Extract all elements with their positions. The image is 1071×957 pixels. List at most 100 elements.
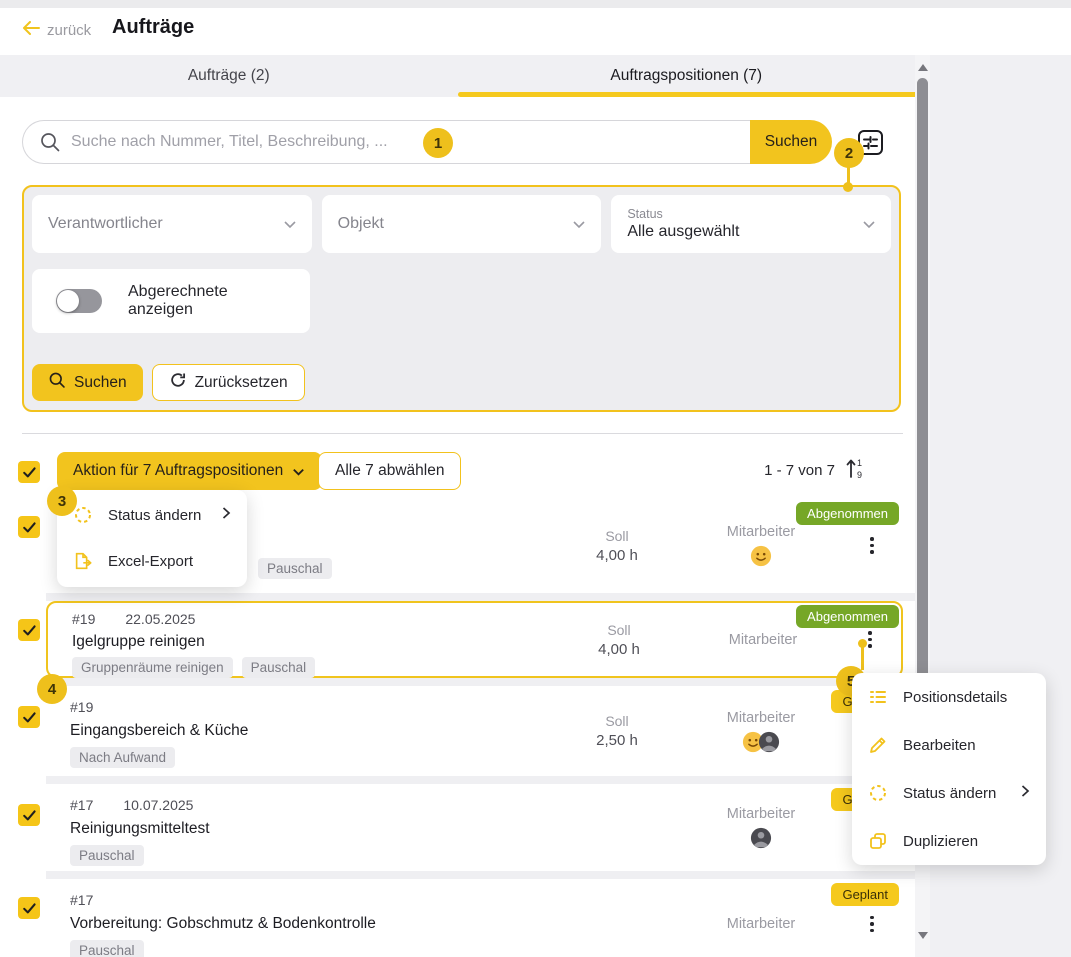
menu-item-duplizieren[interactable]: Duplizieren bbox=[852, 817, 1046, 865]
menu-item-label: Status ändern bbox=[108, 507, 201, 524]
responsible-dropdown[interactable]: Verantwortlicher bbox=[32, 195, 312, 253]
row-number: #17 bbox=[70, 892, 93, 908]
pagination-range: 1 - 7 von 7 bbox=[735, 462, 835, 479]
billed-toggle[interactable] bbox=[56, 289, 102, 313]
object-placeholder: Objekt bbox=[338, 215, 384, 233]
row-main: #1710.07.2025 Reinigungsmitteltest Pausc… bbox=[70, 797, 210, 866]
select-all-checkbox[interactable] bbox=[18, 461, 40, 483]
annotation-badge-3: 3 bbox=[47, 486, 77, 516]
row-menu-button[interactable] bbox=[863, 533, 881, 559]
row-checkbox[interactable] bbox=[18, 706, 40, 728]
billed-toggle-card: Abgerechnete anzeigen bbox=[32, 269, 310, 333]
table-row-selected[interactable]: #1922.05.2025 Igelgruppe reinigen Gruppe… bbox=[46, 601, 903, 678]
svg-text:9: 9 bbox=[857, 470, 862, 480]
row-checkbox[interactable] bbox=[18, 804, 40, 826]
soll-column: Soll 2,50 h bbox=[562, 686, 672, 776]
responsible-placeholder: Verantwortlicher bbox=[48, 215, 163, 233]
status-dropdown-value: Alle ausgewählt bbox=[627, 223, 739, 241]
tab-auftragspositionen[interactable]: Auftragspositionen (7) bbox=[458, 55, 916, 97]
menu-item-status-aendern[interactable]: Status ändern bbox=[852, 769, 1046, 817]
filter-panel: Verantwortlicher Objekt Status Alle ausg… bbox=[22, 185, 901, 412]
pencil-icon bbox=[868, 735, 888, 755]
chevron-down-icon bbox=[571, 216, 587, 237]
header: zurück Aufträge bbox=[0, 8, 1071, 55]
soll-value: 2,50 h bbox=[596, 732, 638, 749]
export-document-icon bbox=[73, 551, 93, 571]
avatar-photo bbox=[750, 827, 772, 849]
annotation-connector bbox=[861, 646, 864, 670]
table-row[interactable]: #1710.07.2025 Reinigungsmitteltest Pausc… bbox=[46, 784, 903, 871]
menu-item-positionsdetails[interactable]: Positionsdetails bbox=[852, 673, 1046, 721]
row-number: #17 bbox=[70, 797, 93, 813]
filter-reset-button[interactable]: Zurücksetzen bbox=[152, 364, 305, 401]
deselect-all-button[interactable]: Alle 7 abwählen bbox=[318, 452, 461, 490]
row-checkbox[interactable] bbox=[18, 516, 40, 538]
search-input[interactable] bbox=[22, 120, 750, 164]
filter-search-label: Suchen bbox=[74, 374, 127, 392]
svg-text:1: 1 bbox=[857, 458, 862, 468]
row-date: 10.07.2025 bbox=[123, 797, 193, 813]
row-tag: Pauschal bbox=[242, 657, 316, 678]
status-badge: Abgenommen bbox=[796, 502, 899, 525]
row-number: #19 bbox=[70, 699, 93, 715]
soll-label: Soll bbox=[605, 713, 628, 729]
bulk-action-menu: Status ändern Excel-Export bbox=[57, 490, 247, 587]
back-label: zurück bbox=[47, 22, 91, 39]
annotation-connector-dot bbox=[843, 182, 853, 192]
table-row[interactable]: #19 Eingangsbereich & Küche Nach Aufwand… bbox=[46, 686, 903, 776]
search-submit-button[interactable]: Suchen bbox=[750, 120, 832, 164]
menu-item-bearbeiten[interactable]: Bearbeiten bbox=[852, 721, 1046, 769]
menu-item-label: Excel-Export bbox=[108, 553, 193, 570]
row-context-menu: Positionsdetails Bearbeiten Status änder… bbox=[852, 673, 1046, 865]
tab-bar: Aufträge (2) Auftragspositionen (7) bbox=[0, 55, 915, 97]
divider bbox=[22, 433, 903, 434]
object-dropdown[interactable]: Objekt bbox=[322, 195, 602, 253]
toggle-knob bbox=[57, 290, 79, 312]
scrollbar-thumb[interactable] bbox=[917, 78, 928, 750]
chevron-right-icon bbox=[1018, 784, 1032, 802]
mitarbeiter-column: Mitarbeiter bbox=[701, 686, 821, 776]
row-number: #19 bbox=[72, 611, 95, 627]
row-menu-button[interactable] bbox=[863, 911, 881, 937]
tab-auftraege[interactable]: Aufträge (2) bbox=[0, 55, 458, 97]
scroll-up-arrow[interactable] bbox=[918, 64, 928, 71]
row-tag: Pauschal bbox=[70, 845, 144, 866]
row-checkbox[interactable] bbox=[18, 897, 40, 919]
scroll-down-arrow[interactable] bbox=[918, 932, 928, 939]
active-tab-underline bbox=[458, 92, 916, 97]
mitarbeiter-label: Mitarbeiter bbox=[729, 632, 798, 648]
sort-icon[interactable]: 19 bbox=[845, 456, 865, 485]
back-arrow-icon bbox=[22, 21, 40, 39]
row-date: 22.05.2025 bbox=[125, 611, 195, 627]
row-gap bbox=[46, 678, 915, 686]
tab-auftragspositionen-label: Auftragspositionen (7) bbox=[610, 67, 762, 85]
row-gap bbox=[46, 593, 915, 601]
mitarbeiter-label: Mitarbeiter bbox=[727, 916, 796, 932]
table-row[interactable]: #17 Vorbereitung: Gobschmutz & Bodenkont… bbox=[46, 879, 903, 957]
list-icon bbox=[868, 687, 888, 707]
search-icon bbox=[48, 371, 66, 394]
row-main: #17 Vorbereitung: Gobschmutz & Bodenkont… bbox=[70, 892, 376, 957]
menu-item-label: Bearbeiten bbox=[903, 737, 976, 754]
row-title: Vorbereitung: Gobschmutz & Bodenkontroll… bbox=[70, 915, 376, 933]
mitarbeiter-label: Mitarbeiter bbox=[727, 524, 796, 540]
soll-column: Soll 4,00 h bbox=[564, 603, 674, 676]
status-dropdown[interactable]: Status Alle ausgewählt bbox=[611, 195, 891, 253]
filter-search-button[interactable]: Suchen bbox=[32, 364, 143, 401]
dashed-circle-icon bbox=[868, 783, 888, 803]
row-title: Eingangsbereich & Küche bbox=[70, 722, 248, 740]
menu-item-status-aendern[interactable]: Status ändern bbox=[57, 492, 247, 538]
back-link[interactable]: zurück bbox=[22, 21, 91, 39]
filter-reset-label: Zurücksetzen bbox=[195, 374, 288, 392]
filter-buttons: Suchen Zurücksetzen bbox=[32, 364, 891, 401]
row-tag: Nach Aufwand bbox=[70, 747, 175, 768]
annotation-badge-2: 2 bbox=[834, 138, 864, 168]
mitarbeiter-label: Mitarbeiter bbox=[727, 710, 796, 726]
chevron-down-icon bbox=[861, 216, 877, 237]
chevron-right-icon bbox=[219, 506, 233, 524]
row-checkbox[interactable] bbox=[18, 619, 40, 641]
row-gap bbox=[46, 871, 915, 879]
mitarbeiter-column: Mitarbeiter bbox=[701, 879, 821, 957]
menu-item-excel-export[interactable]: Excel-Export bbox=[57, 538, 247, 584]
bulk-action-button[interactable]: Aktion für 7 Auftragspositionen bbox=[57, 452, 322, 490]
